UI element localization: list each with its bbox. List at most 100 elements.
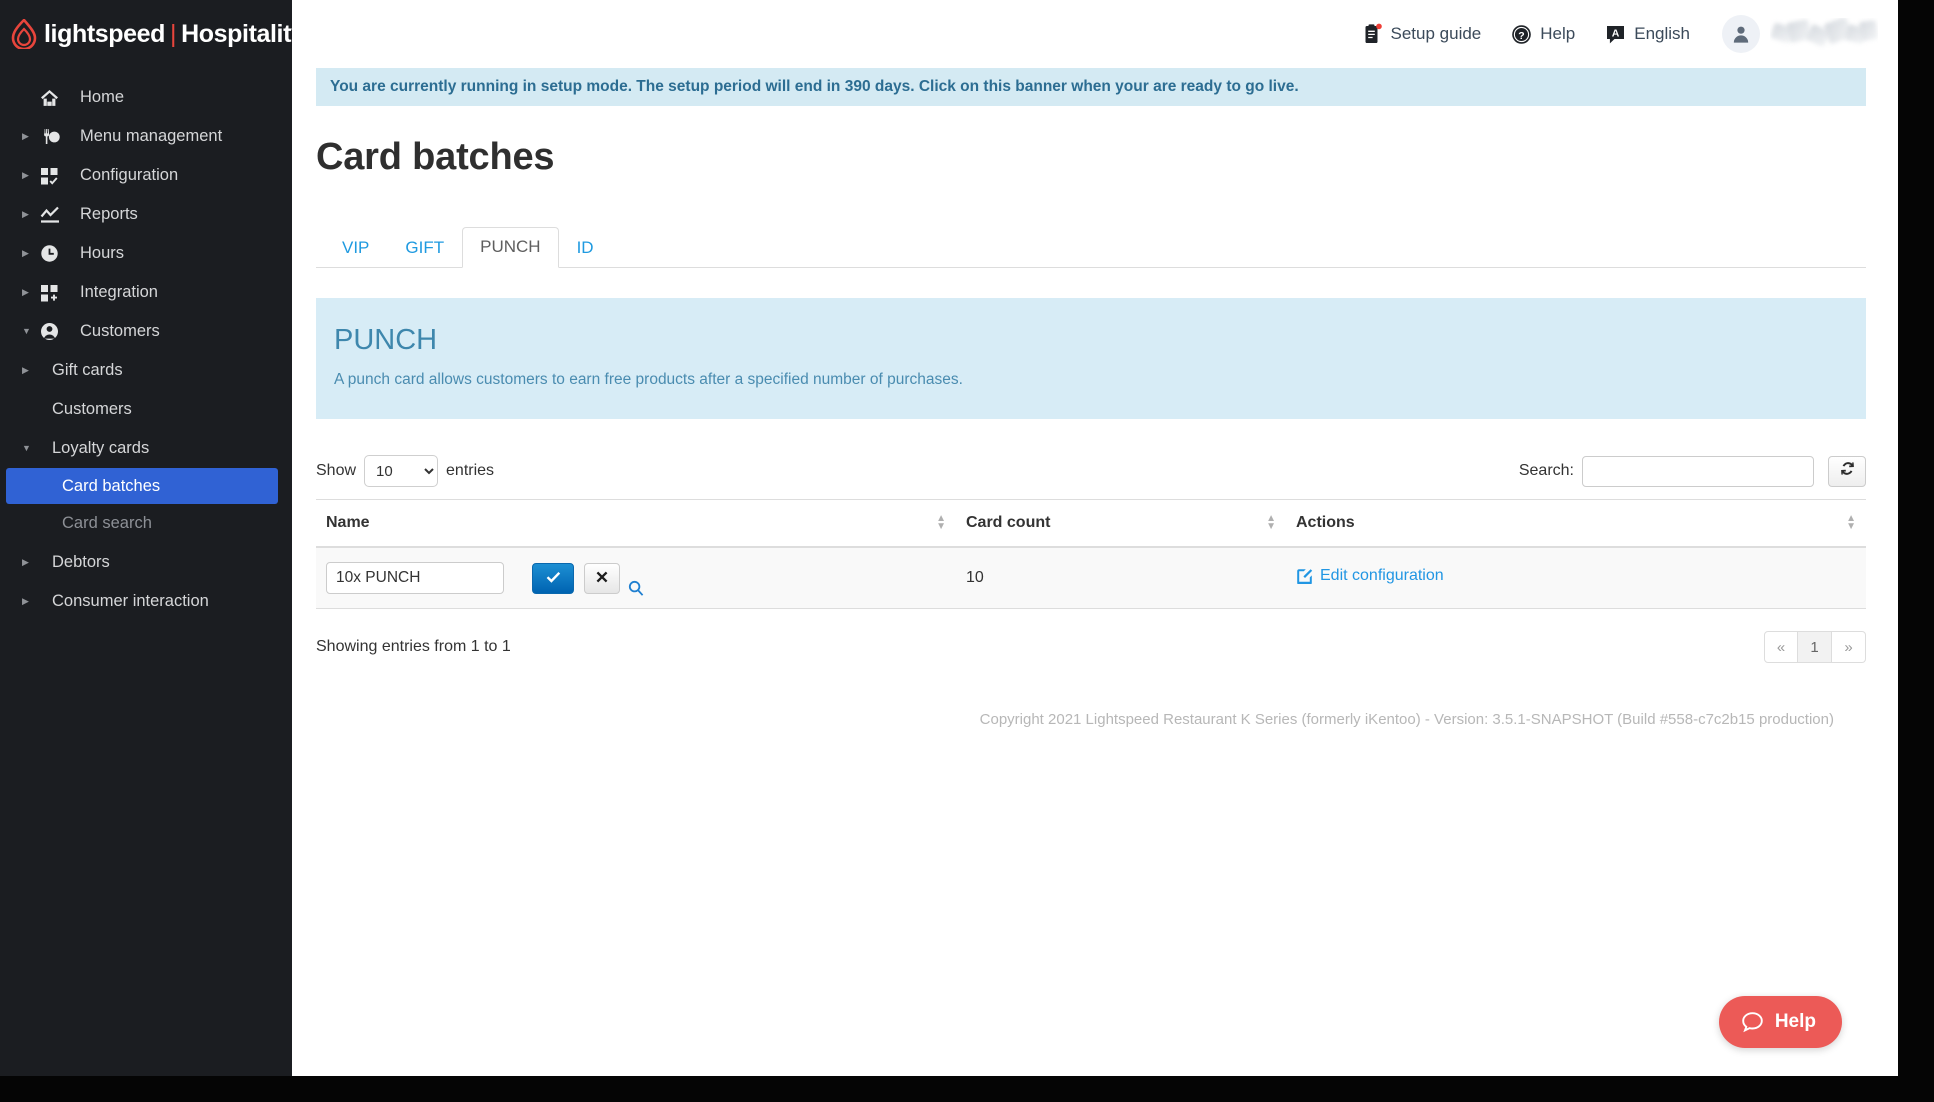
setup-guide-button[interactable]: Setup guide [1363, 23, 1482, 45]
confirm-rename-button[interactable] [532, 562, 574, 594]
help-button[interactable]: ? Help [1511, 24, 1575, 45]
setup-guide-label: Setup guide [1390, 24, 1482, 43]
sidebar-item-label: Customers [52, 400, 132, 418]
search-input[interactable] [1582, 455, 1814, 487]
sidebar-item-label: Debtors [52, 553, 110, 571]
chevron-right-icon: ▶ [22, 248, 29, 258]
search-control: Search: [1518, 455, 1866, 487]
user-icon [40, 322, 68, 341]
chevron-right-icon: ▶ [22, 365, 29, 375]
window-edge-right [1898, 0, 1934, 1102]
column-header-name-label: Name [326, 514, 370, 531]
table-body: 10 Edit configuration [316, 547, 1866, 609]
home-icon [40, 89, 68, 107]
setup-mode-banner[interactable]: You are currently running in setup mode.… [316, 68, 1866, 106]
sidebar-item-consumer-interaction[interactable]: ▶ Consumer interaction [0, 582, 292, 621]
language-selector[interactable]: A English [1605, 24, 1690, 45]
refresh-button[interactable] [1828, 455, 1866, 487]
brand-word-light: lightspeed [44, 19, 166, 48]
column-header-name[interactable]: Name ▲ ▼ [316, 499, 956, 548]
page-next-button[interactable]: » [1832, 631, 1866, 663]
sidebar-item-debtors[interactable]: ▶ Debtors [0, 543, 292, 582]
sidebar-item-customers[interactable]: Customers [0, 390, 292, 429]
cancel-rename-button[interactable] [584, 562, 620, 594]
table-head: Name ▲ ▼ Card count ▲ ▼ Actions ▲ ▼ [316, 499, 1866, 548]
svg-text:A: A [1612, 27, 1620, 39]
help-chat-widget[interactable]: Help [1718, 996, 1842, 1048]
sidebar-item-label: Integration [80, 283, 158, 301]
menu-management-icon [40, 128, 68, 146]
search-label: Search: [1518, 462, 1574, 479]
sidebar-item-label: Consumer interaction [52, 592, 209, 610]
tab-id[interactable]: ID [559, 228, 612, 268]
brand-logo[interactable]: lightspeed | Hospitality [0, 0, 305, 68]
sidebar-item-label: Loyalty cards [52, 439, 150, 457]
page-size-select[interactable]: 10 25 50 100 [364, 455, 439, 487]
user-name-redacted [1770, 18, 1878, 50]
sidebar-item-label: Home [80, 88, 125, 106]
sidebar-item-loyalty-cards[interactable]: ▼ Loyalty cards [0, 429, 292, 468]
help-widget-label: Help [1774, 1011, 1816, 1032]
table-controls: Show 10 25 50 100 entries Search: [316, 455, 1866, 493]
reports-icon [40, 206, 68, 224]
sidebar-item-integration[interactable]: ▶ Integration [0, 273, 292, 312]
sidebar-item-label: Reports [80, 205, 138, 223]
table-row: 10 Edit configuration [316, 547, 1866, 609]
help-label: Help [1540, 24, 1576, 43]
page-prev-button[interactable]: « [1764, 631, 1798, 663]
column-header-card-count[interactable]: Card count ▲ ▼ [956, 499, 1286, 548]
column-header-card-count-label: Card count [966, 514, 1051, 531]
sidebar-item-card-batches[interactable]: Card batches [6, 468, 278, 504]
pagination: « 1 » [1764, 631, 1866, 663]
chevron-right-icon: ▶ [22, 209, 29, 219]
avatar[interactable] [1722, 15, 1760, 53]
brand-text: lightspeed | Hospitality [44, 20, 305, 49]
tab-punch[interactable]: PUNCH [462, 226, 559, 268]
cell-card-count: 10 [956, 547, 1286, 609]
showing-entries-text: Showing entries from 1 to 1 [316, 638, 511, 655]
sidebar-item-reports[interactable]: ▶ Reports [0, 195, 292, 234]
setup-mode-banner-text: You are currently running in setup mode.… [330, 78, 1299, 95]
sidebar-item-gift-cards[interactable]: ▶ Gift cards [0, 351, 292, 390]
sidebar-item-label: Gift cards [52, 361, 123, 379]
svg-text:?: ? [1519, 29, 1525, 41]
sidebar-item-configuration[interactable]: ▶ Configuration [0, 156, 292, 195]
brand-word-bold: Hospitality [181, 19, 305, 48]
tab-gift[interactable]: GIFT [387, 228, 462, 268]
sidebar-item-menu-management[interactable]: ▶ Menu management [0, 117, 292, 156]
card-type-tabs: VIP GIFT PUNCH ID [316, 226, 1866, 268]
close-icon [596, 570, 608, 587]
check-icon [546, 570, 561, 587]
sidebar-item-card-search[interactable]: Card search [0, 504, 292, 543]
lightspeed-flame-icon [10, 18, 38, 51]
column-header-actions[interactable]: Actions ▲ ▼ [1286, 499, 1866, 548]
chevron-down-icon: ▼ [22, 326, 31, 336]
clipboard-icon [1363, 23, 1383, 45]
browser-viewport: lightspeed | Hospitality Home ▶ Menu man… [0, 0, 1898, 1076]
configuration-icon [40, 167, 68, 185]
edit-configuration-link[interactable]: Edit configuration [1296, 567, 1444, 585]
sidebar-item-label: Card batches [62, 476, 161, 495]
brand-separator: | [170, 19, 177, 48]
sidebar-item-home[interactable]: Home [0, 78, 292, 117]
tab-vip[interactable]: VIP [324, 228, 387, 268]
sidebar-item-hours[interactable]: ▶ Hours [0, 234, 292, 273]
app-window: lightspeed | Hospitality Home ▶ Menu man… [0, 0, 1934, 1102]
window-edge-bottom [0, 1076, 1898, 1102]
table-footer: Showing entries from 1 to 1 « 1 » [316, 631, 1866, 663]
magnifier-icon[interactable] [628, 580, 644, 597]
sidebar-item-label: Card search [62, 514, 152, 532]
page-title: Card batches [316, 136, 555, 178]
batch-name-input[interactable] [326, 562, 504, 594]
refresh-icon [1839, 460, 1856, 482]
chevron-right-icon: ▶ [22, 596, 29, 606]
clock-icon [40, 244, 68, 263]
table-header-row: Name ▲ ▼ Card count ▲ ▼ Actions ▲ ▼ [316, 499, 1866, 548]
punch-info-description: A punch card allows customers to earn fr… [334, 371, 963, 388]
sidebar-item-customers-group[interactable]: ▼ Customers [0, 312, 292, 351]
chevron-right-icon: ▶ [22, 287, 29, 297]
language-icon: A [1605, 24, 1626, 45]
page-1-button[interactable]: 1 [1798, 631, 1832, 663]
copyright-text: Copyright 2021 Lightspeed Restaurant K S… [979, 711, 1834, 728]
pencil-square-icon [1296, 567, 1313, 585]
